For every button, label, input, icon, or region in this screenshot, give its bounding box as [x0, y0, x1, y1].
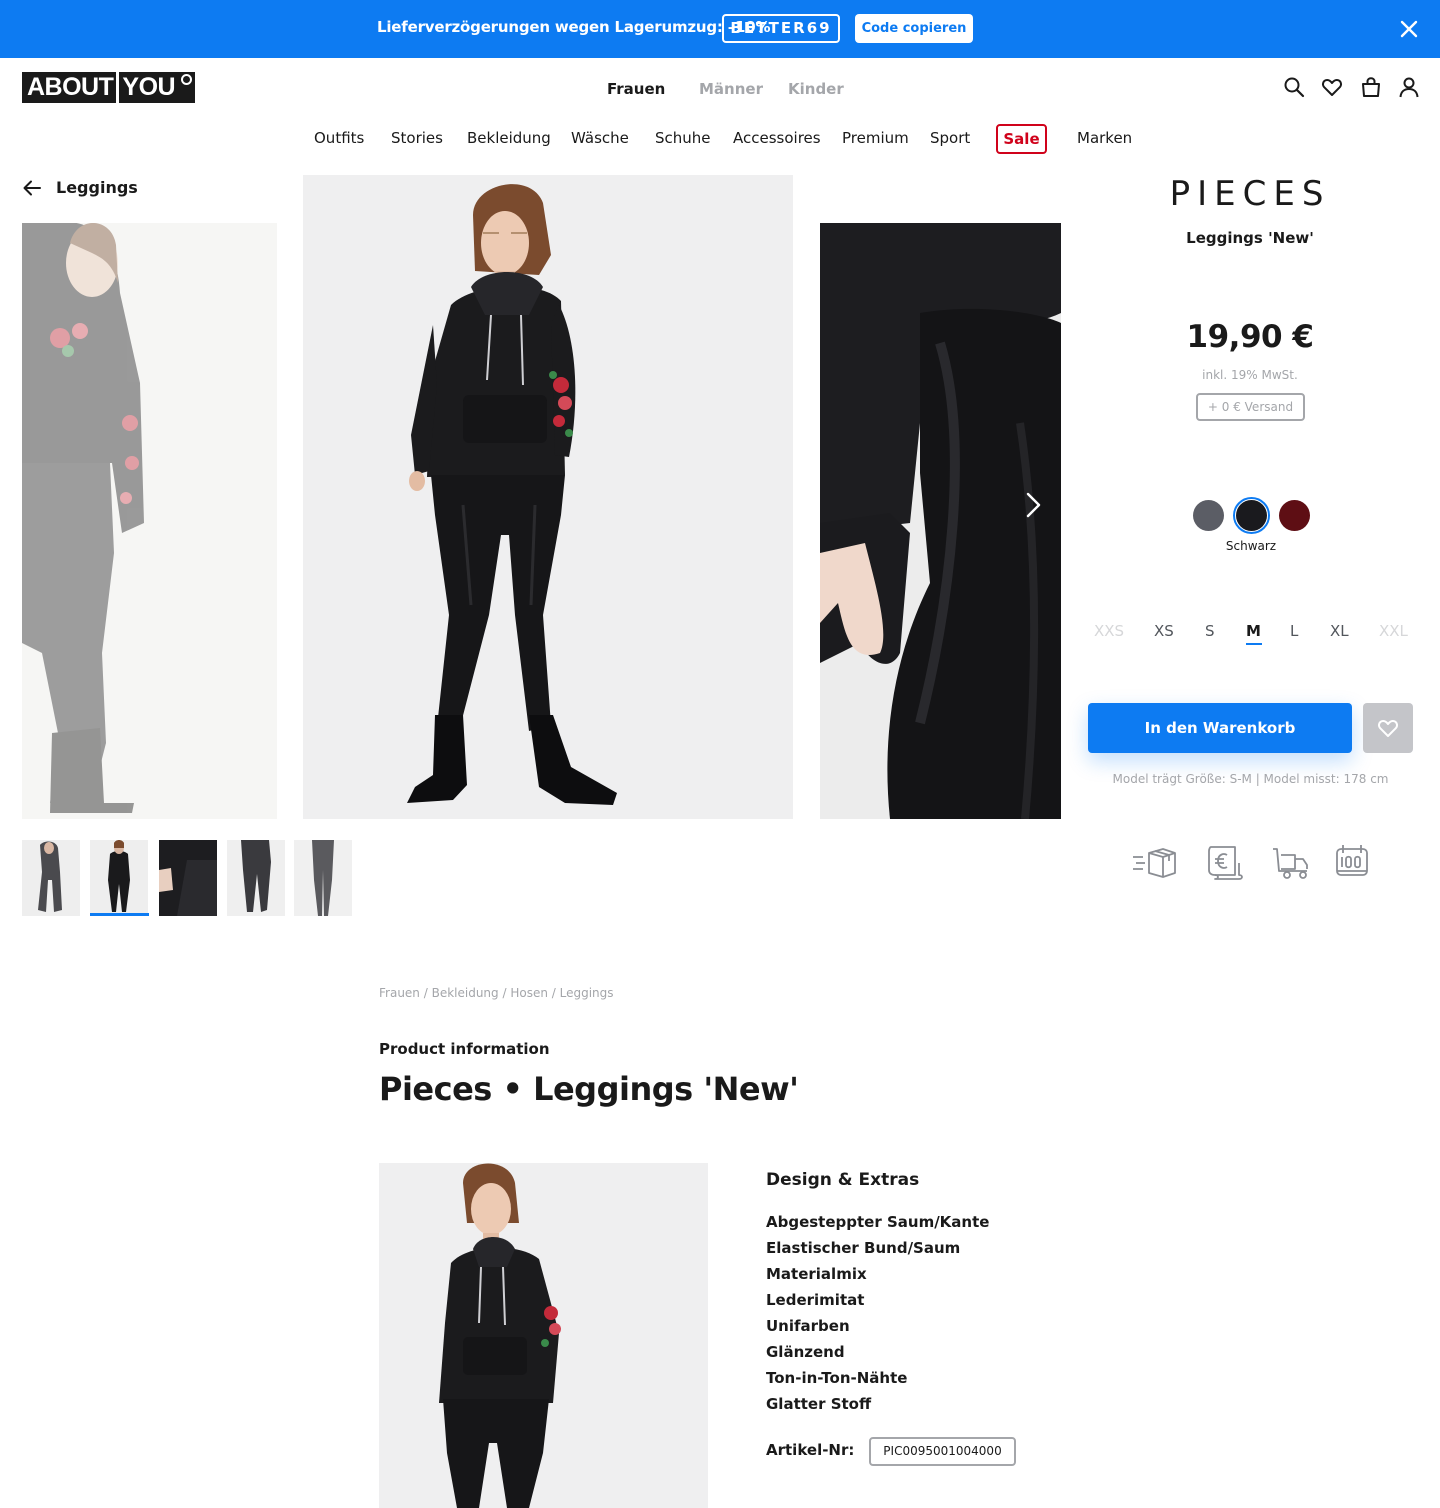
color-swatch-schwarz[interactable]: [1236, 500, 1267, 531]
product-info-image: [379, 1163, 708, 1508]
product-image-detail[interactable]: [820, 223, 1061, 819]
gender-tab-frauen[interactable]: Frauen: [607, 80, 665, 98]
fast-delivery-icon: [1131, 843, 1177, 881]
nav-accessoires[interactable]: Accessoires: [733, 129, 821, 147]
breadcrumb-item[interactable]: Bekleidung: [432, 986, 499, 1000]
nav-bekleidung[interactable]: Bekleidung: [467, 129, 551, 147]
feature-item: Glatter Stoff: [766, 1395, 872, 1413]
model-size-info: Model trägt Größe: S-M | Model misst: 17…: [1112, 772, 1389, 786]
wishlist-button[interactable]: [1363, 703, 1413, 753]
logo-text-about: ABOUT: [27, 73, 114, 101]
nav-sport[interactable]: Sport: [930, 129, 970, 147]
size-option-xxl[interactable]: XXL: [1379, 622, 1408, 640]
close-icon[interactable]: [1398, 18, 1420, 40]
size-option-m[interactable]: M: [1246, 622, 1261, 640]
feature-item: Abgesteppter Saum/Kante: [766, 1213, 990, 1231]
color-swatch-grau[interactable]: [1193, 500, 1224, 531]
logo-mark-icon: [181, 74, 193, 85]
thumbnail-4[interactable]: [227, 840, 285, 916]
free-shipping-icon: [1267, 843, 1313, 881]
heart-icon[interactable]: [1321, 76, 1343, 98]
promo-text: Lieferverzögerungen wegen Lagerumzug: –1…: [377, 18, 771, 36]
breadcrumb-item[interactable]: Frauen: [379, 986, 420, 1000]
feature-item: Elastischer Bund/Saum: [766, 1239, 961, 1257]
back-label: Leggings: [56, 178, 138, 197]
bag-icon[interactable]: [1360, 76, 1382, 98]
article-number-label: Artikel-Nr:: [766, 1441, 855, 1459]
brand-name[interactable]: PIECES: [1120, 174, 1380, 214]
thumbnail-2[interactable]: [90, 840, 148, 916]
search-icon[interactable]: [1283, 76, 1305, 98]
add-to-cart-button[interactable]: In den Warenkorb: [1088, 703, 1352, 753]
heart-icon: [1378, 720, 1398, 737]
product-price: 19,90 €: [1186, 319, 1314, 355]
promo-banner: Lieferverzögerungen wegen Lagerumzug: –1…: [0, 0, 1440, 58]
nav-schuhe[interactable]: Schuhe: [655, 129, 711, 147]
feature-item: Ton-in-Ton-Nähte: [766, 1369, 908, 1387]
size-selected-indicator: [1246, 643, 1262, 645]
promo-code: BETTER69: [722, 14, 840, 43]
design-extras-heading: Design & Extras: [766, 1170, 920, 1190]
copy-code-button[interactable]: Code copieren: [855, 14, 973, 43]
selected-color-name: Schwarz: [1225, 539, 1277, 553]
nav-premium[interactable]: Premium: [842, 129, 909, 147]
thumbnail-1[interactable]: [22, 840, 80, 916]
logo-text-you: YOU: [122, 73, 176, 101]
arrow-left-icon: [23, 180, 41, 196]
thumbnail-3[interactable]: [159, 840, 217, 916]
user-icon[interactable]: [1398, 76, 1420, 98]
vat-note: inkl. 19% MwSt.: [1202, 368, 1298, 382]
nav-outfits[interactable]: Outfits: [314, 129, 364, 147]
section-label: Product information: [379, 1040, 550, 1058]
feature-item: Unifarben: [766, 1317, 850, 1335]
size-option-l[interactable]: L: [1290, 622, 1298, 640]
size-option-xs[interactable]: XS: [1154, 622, 1174, 640]
breadcrumb-item[interactable]: Leggings: [560, 986, 614, 1000]
nav-stories[interactable]: Stories: [391, 129, 443, 147]
thumbnail-5[interactable]: [294, 840, 352, 916]
article-number-value: PIC0095001004000: [869, 1437, 1016, 1466]
return-100-icon: [1331, 843, 1377, 881]
feature-item: Glänzend: [766, 1343, 845, 1361]
product-name: Leggings 'New': [1186, 229, 1314, 247]
about-you-logo[interactable]: ABOUT YOU: [22, 72, 196, 103]
breadcrumb-item[interactable]: Hosen: [510, 986, 548, 1000]
size-option-s[interactable]: S: [1205, 622, 1215, 640]
shipping-badge: + 0 € Versand: [1196, 393, 1305, 421]
feature-item: Materialmix: [766, 1265, 867, 1283]
size-option-xl[interactable]: XL: [1330, 622, 1349, 640]
invoice-icon: [1203, 843, 1249, 881]
gender-tab-maenner[interactable]: Männer: [699, 80, 763, 98]
chevron-right-icon[interactable]: [1020, 490, 1046, 520]
breadcrumb: Frauen / Bekleidung / Hosen / Leggings: [379, 986, 614, 1000]
size-option-xxs[interactable]: XXS: [1094, 622, 1124, 640]
product-image-main[interactable]: [303, 175, 793, 819]
nav-waesche[interactable]: Wäsche: [571, 129, 629, 147]
color-swatch-rot[interactable]: [1279, 500, 1310, 531]
product-image-back[interactable]: [22, 223, 277, 819]
nav-sale[interactable]: Sale: [996, 124, 1047, 154]
feature-item: Lederimitat: [766, 1291, 865, 1309]
gender-tab-kinder[interactable]: Kinder: [788, 80, 844, 98]
nav-marken[interactable]: Marken: [1077, 129, 1132, 147]
page-title: Pieces • Leggings 'New': [379, 1070, 799, 1108]
thumbnail-selected-indicator: [90, 913, 149, 916]
